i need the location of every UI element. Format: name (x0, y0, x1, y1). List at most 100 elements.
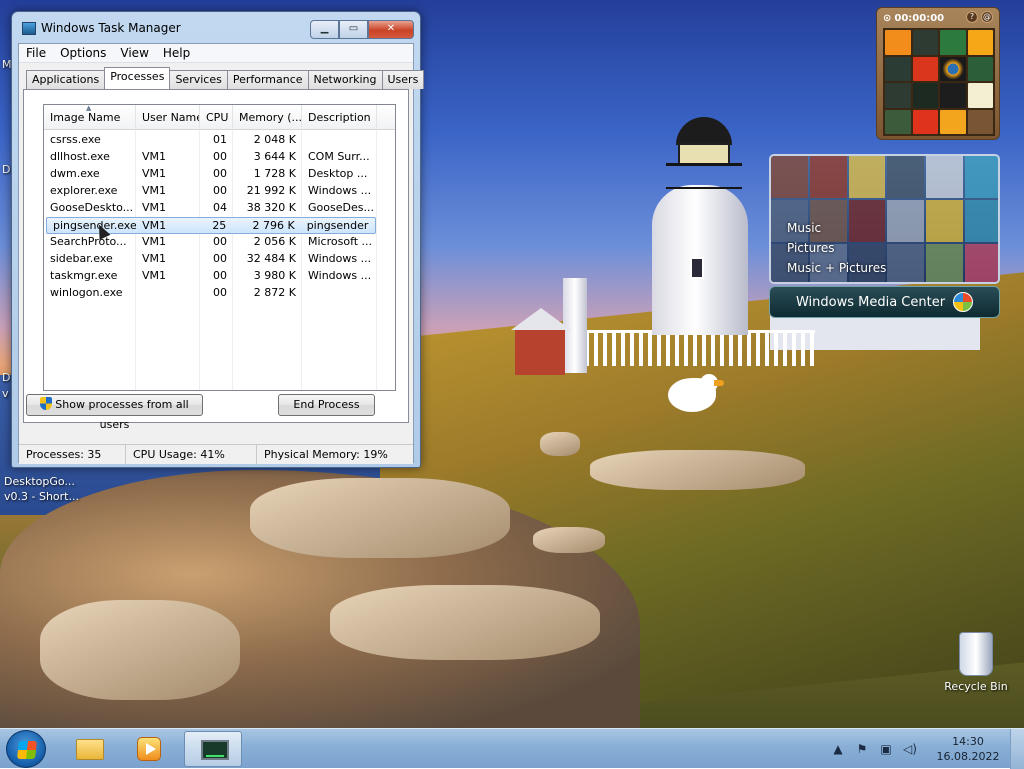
maximize-button[interactable]: ▭ (339, 20, 368, 39)
goose-shortcut-label-line2[interactable]: v0.3 - Short... (4, 490, 79, 503)
tab-users[interactable]: Users (381, 70, 425, 89)
clock-time: 14:30 (952, 735, 984, 748)
process-image-cell: GooseDeskto... (50, 201, 134, 214)
column-cpu[interactable]: CPU (200, 105, 233, 130)
menu-options[interactable]: Options (53, 44, 113, 62)
puzzle-tile[interactable] (940, 109, 966, 134)
end-process-button[interactable]: End Process (278, 394, 375, 416)
process-description-cell (302, 285, 377, 302)
table-row[interactable]: explorer.exe VM1 00 21 992 K Windows ... (44, 183, 395, 200)
table-row[interactable]: winlogon.exe 00 2 872 K (44, 285, 395, 302)
desktop-goose-beak (714, 380, 724, 386)
process-memory-cell: 2 056 K (253, 235, 296, 248)
media-center-item-music-pictures[interactable]: Music + Pictures (787, 258, 886, 278)
table-row[interactable]: csrss.exe 01 2 048 K (44, 132, 395, 149)
table-row[interactable]: GooseDeskto... VM1 04 38 320 K GooseDes... (44, 200, 395, 217)
network-icon[interactable]: ▣ (878, 741, 894, 757)
picture-puzzle-gadget[interactable]: ⊙ 00:00:00 ? @ (876, 7, 1000, 140)
puzzle-tile[interactable] (885, 30, 911, 55)
show-picture-icon[interactable]: @ (981, 11, 993, 23)
media-center-item-music[interactable]: Music (787, 218, 886, 238)
column-description[interactable]: Description (302, 105, 377, 130)
tab-applications[interactable]: Applications (26, 70, 106, 89)
status-physical-memory: Physical Memory: 19% (264, 448, 388, 461)
taskbar-task-manager-button[interactable] (184, 731, 242, 767)
sort-ascending-icon: ▲ (86, 105, 92, 112)
task-manager-window[interactable]: Windows Task Manager ▁ ▭ ✕ File Options … (11, 11, 425, 468)
recycle-bin-icon[interactable]: Recycle Bin (940, 632, 1012, 693)
puzzle-timer: ⊙ 00:00:00 (883, 11, 944, 26)
process-list-header: ▲ Image Name User Name CPU Memory (... D… (44, 105, 395, 130)
title-bar[interactable]: Windows Task Manager ▁ ▭ ✕ (12, 12, 420, 44)
table-row[interactable]: SearchProto... VM1 00 2 056 K Microsoft ... (44, 234, 395, 251)
puzzle-grid[interactable] (883, 28, 995, 136)
tab-networking[interactable]: Networking (307, 70, 383, 89)
column-image-name[interactable]: ▲ Image Name (44, 105, 136, 130)
media-center-launch-bar[interactable]: Windows Media Center (769, 286, 1000, 318)
puzzle-tile[interactable] (967, 56, 993, 81)
show-all-processes-button[interactable]: Show processes from all users (26, 394, 203, 431)
close-button[interactable]: ✕ (368, 20, 414, 39)
start-button[interactable] (6, 730, 46, 768)
puzzle-tile[interactable] (912, 83, 938, 108)
volume-icon[interactable]: ◁) (902, 741, 918, 757)
desktop-icon-label[interactable]: v (2, 387, 9, 400)
wallpaper-house (515, 330, 565, 375)
process-memory-cell: 21 992 K (246, 184, 296, 197)
process-image-cell: sidebar.exe (50, 252, 113, 265)
puzzle-tile (967, 109, 993, 134)
goose-shortcut-label[interactable]: DesktopGo... (4, 475, 75, 488)
table-row[interactable]: taskmgr.exe VM1 00 3 980 K Windows ... (44, 268, 395, 285)
puzzle-tile[interactable] (885, 83, 911, 108)
show-hidden-icons-icon[interactable]: ▲ (830, 741, 846, 757)
puzzle-tile[interactable] (940, 56, 966, 81)
window-client-area: File Options View Help Applications Proc… (18, 43, 425, 464)
puzzle-tile[interactable] (912, 56, 938, 81)
puzzle-tile[interactable] (940, 83, 966, 108)
media-player-icon (137, 737, 161, 761)
column-memory[interactable]: Memory (... (233, 105, 302, 130)
media-center-brand-label: Windows Media Center (795, 294, 946, 310)
wallpaper-rock (330, 585, 600, 660)
wallpaper-lighthouse-window (690, 257, 704, 279)
recycle-bin-label: Recycle Bin (944, 680, 1008, 693)
table-row[interactable]: dllhost.exe VM1 00 3 644 K COM Surr... (44, 149, 395, 166)
table-row[interactable]: sidebar.exe VM1 00 32 484 K Windows ... (44, 251, 395, 268)
puzzle-tile[interactable] (940, 30, 966, 55)
taskbar-media-player-button[interactable] (120, 731, 178, 767)
table-row[interactable]: dwm.exe VM1 00 1 728 K Desktop ... (44, 166, 395, 183)
puzzle-tile[interactable] (912, 30, 938, 55)
puzzle-tile[interactable] (967, 30, 993, 55)
desktop-icon-label[interactable]: D (2, 163, 10, 176)
process-user-cell: VM1 (142, 150, 167, 163)
show-desktop-button[interactable] (1010, 729, 1024, 769)
tab-processes[interactable]: Processes (104, 67, 171, 89)
tab-performance[interactable]: Performance (226, 70, 309, 89)
process-memory-cell: 1 728 K (253, 167, 296, 180)
media-center-gadget[interactable]: Music Pictures Music + Pictures (769, 154, 1000, 284)
processes-panel: ▲ Image Name User Name CPU Memory (... D… (23, 89, 409, 431)
help-icon[interactable]: ? (966, 11, 978, 23)
minimize-button[interactable]: ▁ (310, 20, 339, 39)
process-list[interactable]: ▲ Image Name User Name CPU Memory (... D… (43, 104, 396, 391)
puzzle-tile[interactable] (967, 83, 993, 108)
desktop-icon-label[interactable]: D (2, 371, 10, 384)
puzzle-tile[interactable] (912, 109, 938, 134)
process-user-cell: VM1 (142, 201, 167, 214)
process-image-cell: pingsender.exe (53, 219, 137, 232)
process-description-cell: Desktop ... (308, 167, 368, 180)
action-center-flag-icon[interactable]: ⚑ (854, 741, 870, 757)
puzzle-tile[interactable] (885, 56, 911, 81)
clock[interactable]: 14:30 16.08.2022 (926, 734, 1010, 764)
taskbar-explorer-button[interactable] (60, 731, 118, 767)
puzzle-timer-value: 00:00:00 (894, 13, 945, 24)
menu-view[interactable]: View (113, 44, 155, 62)
media-center-item-pictures[interactable]: Pictures (787, 238, 886, 258)
column-user-name[interactable]: User Name (136, 105, 200, 130)
menu-help[interactable]: Help (156, 44, 197, 62)
puzzle-tile[interactable] (885, 109, 911, 134)
tab-services[interactable]: Services (169, 70, 228, 89)
trash-icon (959, 632, 993, 676)
menu-file[interactable]: File (19, 44, 53, 62)
tab-strip: Applications Processes Services Performa… (26, 67, 425, 89)
